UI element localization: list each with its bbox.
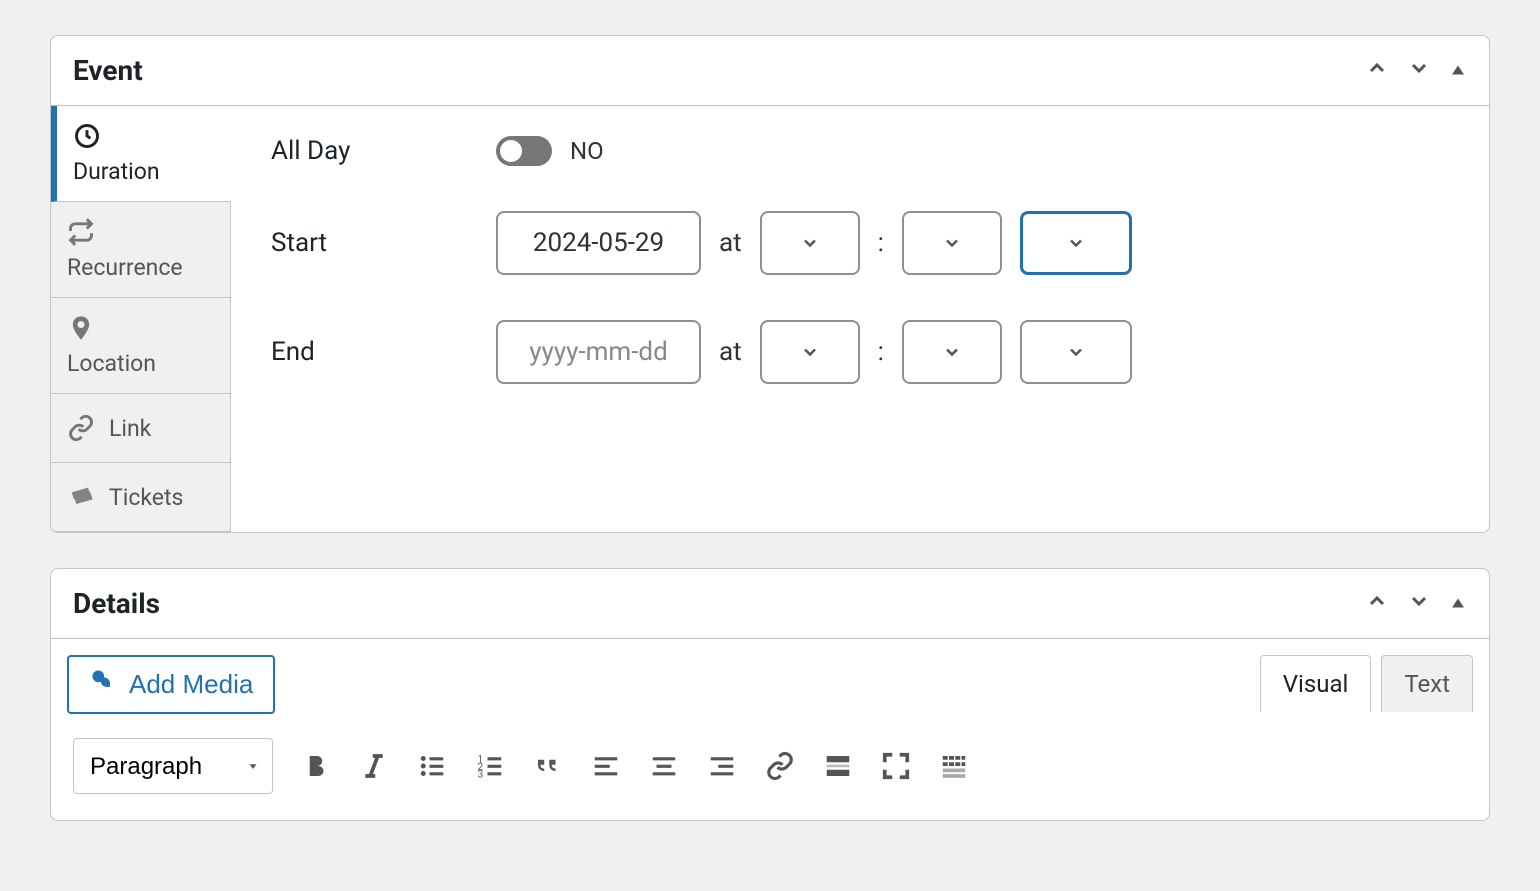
move-up-icon[interactable] <box>1365 56 1389 86</box>
link-icon <box>67 414 95 442</box>
insert-link-button[interactable] <box>765 751 795 781</box>
align-right-button[interactable] <box>707 751 737 781</box>
colon-text: : <box>878 337 884 367</box>
collapse-up-icon[interactable] <box>1449 590 1467 618</box>
editor-top: Add Media Visual Text <box>67 655 1473 714</box>
start-ampm-select[interactable] <box>1020 211 1132 275</box>
clock-icon <box>73 122 101 150</box>
tab-label: Tickets <box>109 484 183 511</box>
tab-label: Link <box>109 415 151 442</box>
visual-tab[interactable]: Visual <box>1260 655 1372 712</box>
allday-state: NO <box>570 137 604 165</box>
tab-link[interactable]: Link <box>51 394 230 463</box>
start-minute-select[interactable] <box>902 211 1002 275</box>
event-tabs: Duration Recurrence Location Link <box>51 106 231 532</box>
start-date-input[interactable] <box>496 211 701 275</box>
repeat-icon <box>67 218 95 246</box>
tab-label: Location <box>67 350 214 377</box>
numbered-list-button[interactable]: 123 <box>475 751 505 781</box>
location-icon <box>67 314 95 342</box>
fullscreen-button[interactable] <box>881 751 911 781</box>
bullet-list-button[interactable] <box>417 751 447 781</box>
align-left-button[interactable] <box>591 751 621 781</box>
collapse-up-icon[interactable] <box>1449 57 1467 85</box>
start-hour-select[interactable] <box>760 211 860 275</box>
italic-button[interactable] <box>359 751 389 781</box>
allday-row: All Day NO <box>271 136 1449 166</box>
details-panel: Details Add Media Visual Text <box>50 568 1490 821</box>
svg-text:3: 3 <box>478 769 484 780</box>
at-text: at <box>719 337 742 367</box>
kitchen-sink-button[interactable] <box>939 751 969 781</box>
read-more-button[interactable] <box>823 751 853 781</box>
end-row: End at : <box>271 320 1449 384</box>
allday-label: All Day <box>271 136 496 166</box>
move-up-icon[interactable] <box>1365 589 1389 619</box>
event-content: All Day NO Start at : End at : <box>231 106 1489 532</box>
tab-recurrence[interactable]: Recurrence <box>51 202 230 298</box>
text-tab[interactable]: Text <box>1381 655 1473 712</box>
tickets-icon <box>67 483 95 511</box>
end-label: End <box>271 337 496 367</box>
quote-button[interactable] <box>533 751 563 781</box>
move-down-icon[interactable] <box>1407 589 1431 619</box>
editor-tabs: Visual Text <box>1260 655 1473 712</box>
details-body: Add Media Visual Text Paragraph 123 <box>51 639 1489 820</box>
tab-tickets[interactable]: Tickets <box>51 463 230 532</box>
event-panel-header: Event <box>51 36 1489 106</box>
tab-label: Recurrence <box>67 254 214 281</box>
end-date-input[interactable] <box>496 320 701 384</box>
allday-toggle[interactable] <box>496 136 552 166</box>
tab-label: Duration <box>73 158 214 185</box>
panel-controls <box>1365 56 1467 86</box>
event-panel: Event Duration <box>50 35 1490 533</box>
start-label: Start <box>271 228 496 258</box>
end-minute-select[interactable] <box>902 320 1002 384</box>
editor-toolbar: Paragraph 123 <box>67 728 1473 804</box>
event-body: Duration Recurrence Location Link <box>51 106 1489 532</box>
tab-location[interactable]: Location <box>51 298 230 394</box>
tab-duration[interactable]: Duration <box>51 106 231 202</box>
end-ampm-select[interactable] <box>1020 320 1132 384</box>
start-row: Start at : <box>271 211 1449 275</box>
details-panel-title: Details <box>73 587 160 620</box>
bold-button[interactable] <box>301 751 331 781</box>
event-panel-title: Event <box>73 54 143 87</box>
details-panel-header: Details <box>51 569 1489 639</box>
align-center-button[interactable] <box>649 751 679 781</box>
colon-text: : <box>878 228 884 258</box>
add-media-button[interactable]: Add Media <box>67 655 275 714</box>
panel-controls <box>1365 589 1467 619</box>
at-text: at <box>719 228 742 258</box>
add-media-label: Add Media <box>129 669 253 700</box>
format-select[interactable]: Paragraph <box>73 738 273 794</box>
media-icon <box>89 667 117 702</box>
move-down-icon[interactable] <box>1407 56 1431 86</box>
end-hour-select[interactable] <box>760 320 860 384</box>
